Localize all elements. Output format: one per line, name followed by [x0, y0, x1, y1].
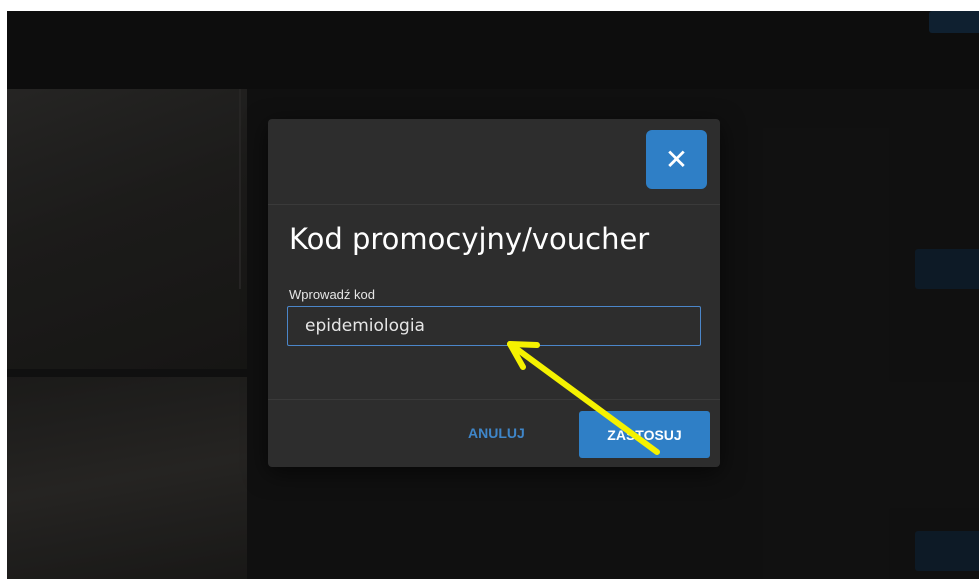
dialog-title: Kod promocyjny/voucher: [289, 222, 650, 256]
code-field-label: Wprowadź kod: [289, 287, 375, 302]
close-button[interactable]: ✕: [646, 130, 707, 189]
cancel-button[interactable]: ANULUJ: [468, 425, 525, 441]
promo-code-dialog: ✕ Kod promocyjny/voucher Wprowadź kod AN…: [268, 119, 720, 467]
promo-code-input[interactable]: [287, 306, 701, 346]
close-icon: ✕: [664, 143, 689, 176]
apply-button[interactable]: ZASTOSUJ: [579, 411, 710, 458]
dialog-header: ✕: [268, 119, 720, 205]
dialog-footer: ANULUJ ZASTOSUJ: [268, 399, 720, 467]
